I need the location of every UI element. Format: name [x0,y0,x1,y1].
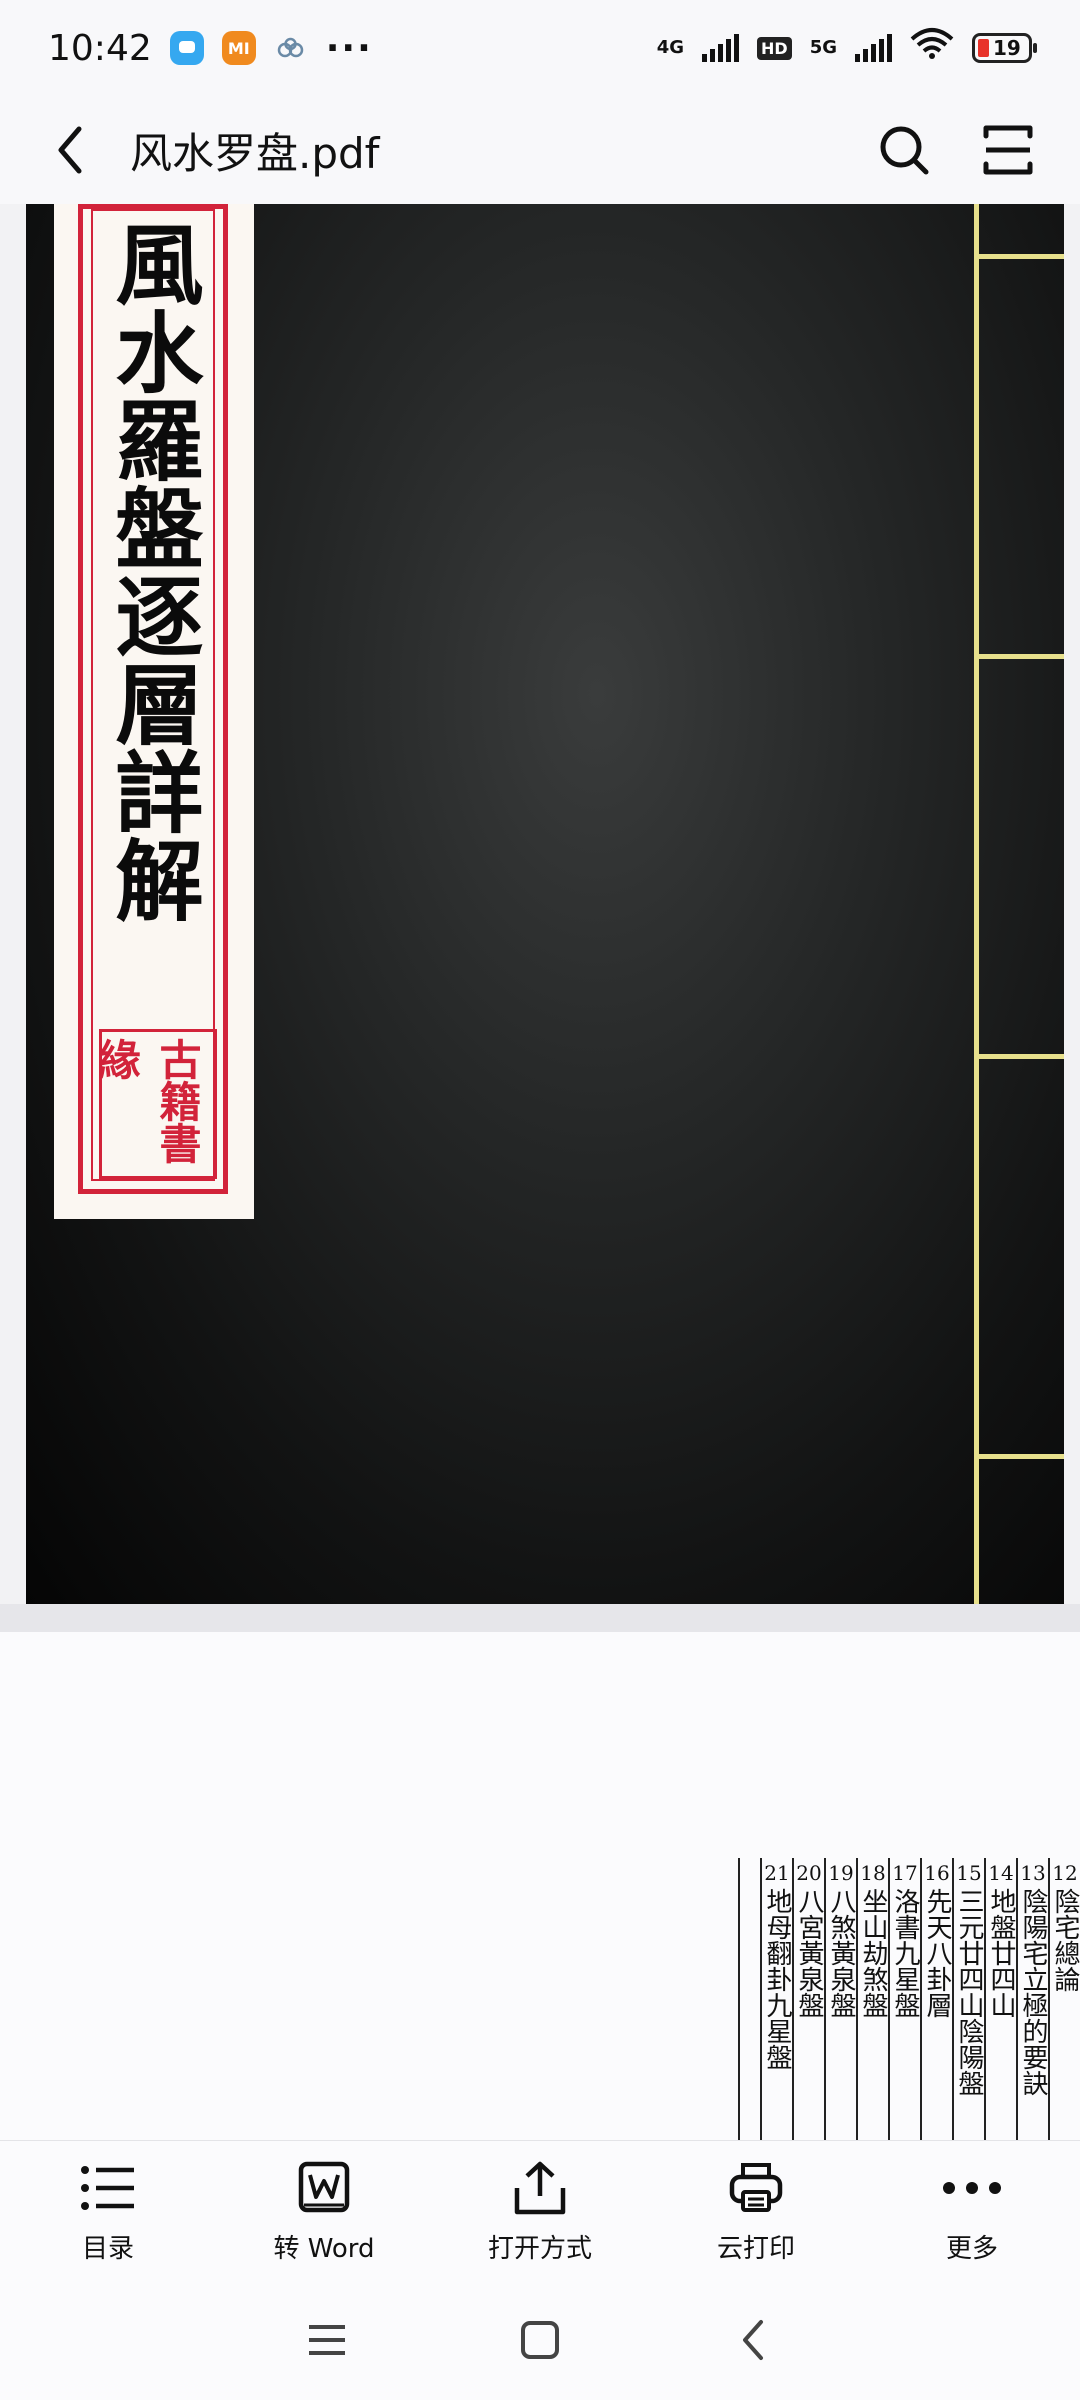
toc-entry: 15 三元廿四山陰陽盤 [952,1858,984,2140]
system-nav-bar [0,2280,1080,2400]
system-back-button[interactable] [723,2310,783,2370]
wifi-icon [910,27,954,70]
cover-title-slip: 風水羅盤逐層詳解 古籍書緣 [54,204,254,1219]
search-button[interactable] [872,118,936,182]
hd-badge: HD [757,36,792,60]
status-time: 10:42 [48,27,152,69]
signal-bars-2-icon [855,34,892,62]
menu-icon [308,2325,345,2355]
toc-entry-text: 八宮黃泉盤 [794,1888,824,2018]
toc-entry-text: 先天八卦層 [922,1888,952,2018]
pdf-page-contents[interactable]: 12 陰宅總論 13 陰陽宅立極的要訣 14 地盤廿四山 15 三元廿四山陰陽盤 16 先天八卦層… [0,1632,1080,2140]
binding-line-2 [974,654,1064,659]
battery-percent: 19 [993,36,1021,60]
binding-line-3 [974,1054,1064,1059]
convert-word-button[interactable]: 转 Word [216,2141,432,2281]
toc-label: 目录 [81,2233,134,2264]
back-arrow-icon [743,2320,764,2360]
recent-apps-button[interactable] [297,2310,357,2370]
toc-entry-text: 坐山劫煞盤 [858,1888,888,2018]
toc-entry-text: 三元廿四山陰陽盤 [954,1888,984,2096]
toc-entry-number: 21 [764,1861,790,1885]
toc-entry-number: 20 [796,1861,822,1885]
open-with-button[interactable]: 打开方式 [432,2141,648,2281]
signal-4g: 4G [656,37,685,58]
binding-line-1 [974,254,1064,259]
cover-title-text: 風水羅盤逐層詳解 [101,219,205,923]
toc-entry-text: 地盤廿四山 [986,1888,1016,2018]
pdf-page-cover[interactable]: 風水羅盤逐層詳解 古籍書緣 [26,204,1064,1604]
binding-line-vertical [974,204,979,1604]
toc-entry-number: 16 [924,1861,950,1885]
mi-app-icon: MI [221,31,256,65]
toc-button[interactable]: 目录 [0,2141,216,2281]
toc-entry-number: 12 [1052,1861,1078,1885]
toc-entry: 16 先天八卦層 [920,1858,952,2140]
toc-entry: 14 地盤廿四山 [984,1858,1016,2140]
toc-entry: 18 坐山劫煞盤 [856,1858,888,2140]
toc-entry: 12 陰宅總論 [1048,1858,1080,2140]
signal-5g: 5G [809,37,837,58]
toc-entry-text: 八煞黃泉盤 [826,1888,856,2018]
cloud-icon [274,28,308,69]
cloud-print-button[interactable]: 云打印 [648,2141,864,2281]
share-icon [510,2158,570,2218]
toc-entry-text: 地母翻卦九星盤 [762,1888,792,2070]
cover-seal: 古籍書緣 [92,1029,217,1179]
document-title: 风水罗盘.pdf [130,128,380,178]
toc-entry-text: 陰陽宅立極的要訣 [1018,1888,1048,2096]
search-icon [880,126,929,175]
toc-entry-number: 18 [860,1861,886,1885]
back-button[interactable] [40,120,100,180]
signal-bars-1-icon [702,34,740,62]
more-button[interactable]: 更多 [864,2141,1080,2281]
status-bar: 10:42 MI ··· 4G HD 5G 19 [0,0,1080,96]
open-with-label: 打开方式 [487,2233,592,2264]
scan-mode-button[interactable] [976,118,1040,182]
toc-entry: 19 八煞黃泉盤 [824,1858,856,2140]
word-icon [294,2158,354,2218]
battery-icon: 19 [972,33,1037,63]
chevron-left-icon [58,126,82,174]
toc-entry-text: 陰宅總論 [1050,1888,1080,1992]
toc-entry: 17 洛書九星盤 [888,1858,920,2140]
binding-line-4 [974,1454,1064,1459]
table-of-contents: 12 陰宅總論 13 陰陽宅立極的要訣 14 地盤廿四山 15 三元廿四山陰陽盤 16 先天八卦層… [738,1858,1080,2140]
home-square-icon [520,2321,559,2359]
toc-entry-number: 14 [988,1861,1014,1885]
title-slip-frame: 風水羅盤逐層詳解 古籍書緣 [78,204,228,1194]
printer-icon [726,2158,786,2218]
chat-app-icon [169,31,204,65]
more-label: 更多 [945,2233,998,2264]
bottom-toolbar: 目录 转 Word 打开方式 云打印 更多 [0,2140,1080,2281]
toc-entry-number: 15 [956,1861,982,1885]
convert-word-label: 转 Word [273,2233,375,2264]
more-icon [942,2158,1002,2218]
page-gap [0,1604,1080,1632]
more-notifications-icon: ··· [325,27,373,69]
toc-entry: 21 地母翻卦九星盤 [760,1858,792,2140]
toc-entry: 13 陰陽宅立極的要訣 [1016,1858,1048,2140]
toc-entry-text: 洛書九星盤 [890,1888,920,2018]
app-bar: 风水罗盘.pdf [0,96,1080,204]
cloud-print-label: 云打印 [716,2233,795,2264]
home-button[interactable] [510,2310,570,2370]
list-icon [78,2158,138,2218]
page-mode-icon [983,125,1033,175]
battery-level [978,39,989,57]
toc-entry-number: 19 [828,1861,854,1885]
toc-entry-number: 13 [1020,1861,1046,1885]
toc-entry: 20 八宮黃泉盤 [792,1858,824,2140]
pdf-viewer[interactable]: 風水羅盤逐層詳解 古籍書緣 12 陰宅總論 13 陰陽宅立極的要訣 14 地盤廿四山 15 三… [0,204,1080,2140]
toc-entry-number: 17 [892,1861,918,1885]
